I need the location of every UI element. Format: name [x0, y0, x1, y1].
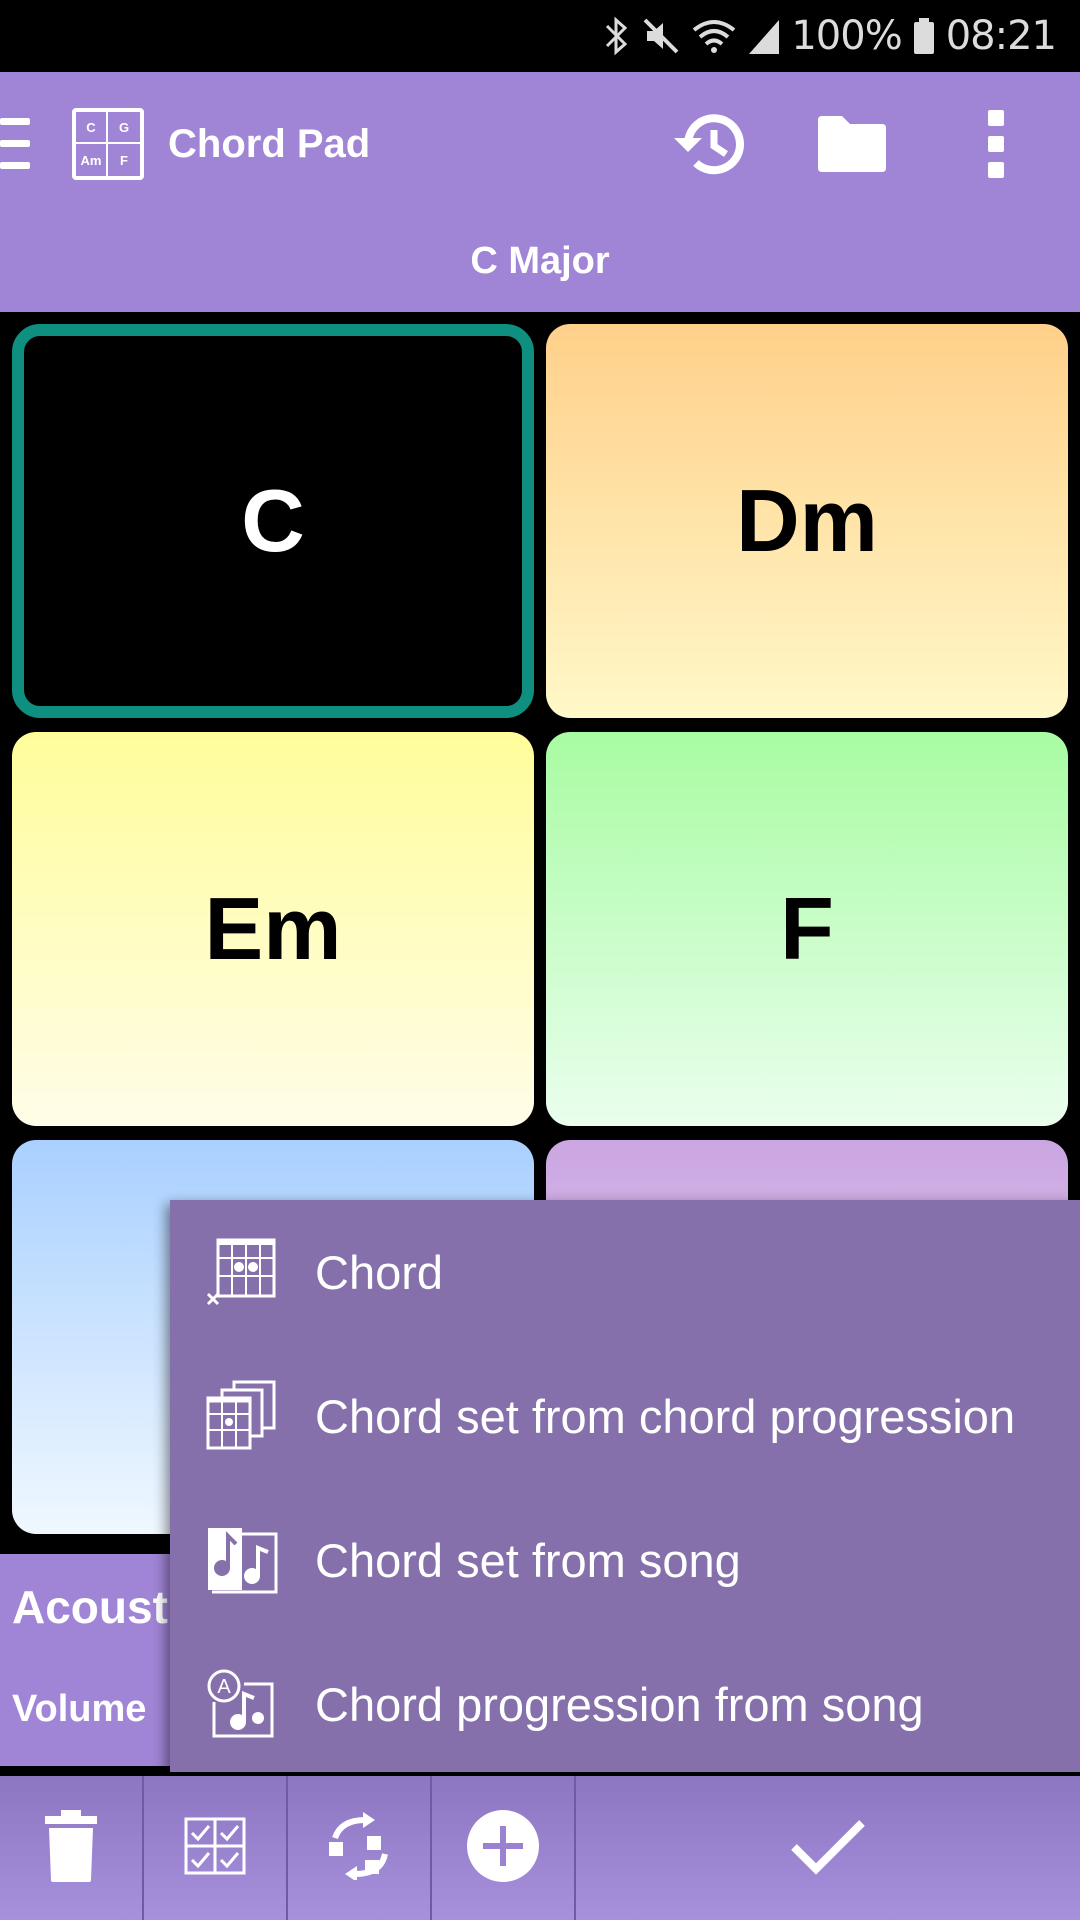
chord-set-icon: [204, 1378, 280, 1454]
signal-icon: [747, 16, 781, 56]
logo-cell: G: [108, 112, 140, 144]
logo-cell: Am: [76, 144, 108, 176]
battery-icon: [912, 16, 936, 56]
delete-button[interactable]: [0, 1776, 144, 1920]
battery-percent: 100%: [791, 13, 902, 59]
svg-text:A: A: [217, 1676, 231, 1698]
menu-item-label: Chord: [315, 1245, 444, 1299]
select-all-button[interactable]: [144, 1776, 288, 1920]
app-bar: C G Am F Chord Pad C Major: [0, 72, 1080, 312]
swap-icon: [325, 1811, 393, 1885]
bluetooth-icon: [603, 16, 631, 56]
menu-item-label: Chord progression from song: [315, 1677, 924, 1731]
app-logo: C G Am F: [72, 108, 144, 180]
confirm-check-icon: [790, 1817, 866, 1880]
logo-cell: C: [76, 112, 108, 144]
menu-item-chord[interactable]: Chord: [170, 1200, 1080, 1344]
menu-item-progression-song[interactable]: A Chord progression from song: [170, 1632, 1080, 1776]
status-bar: 100% 08:21: [0, 0, 1080, 72]
chord-pad-em[interactable]: Em: [12, 732, 534, 1126]
menu-icon[interactable]: [0, 118, 30, 170]
menu-item-label: Chord set from chord progression: [315, 1389, 1016, 1443]
menu-item-label: Chord set from song: [315, 1533, 741, 1587]
song-icon: [204, 1522, 280, 1598]
progression-song-icon: A: [204, 1666, 280, 1742]
history-icon[interactable]: [670, 108, 748, 180]
wifi-icon: [691, 16, 737, 56]
add-popup-menu: Chord Chord set from chord progression C…: [170, 1200, 1080, 1772]
swap-button[interactable]: [288, 1776, 432, 1920]
chord-pad-dm[interactable]: Dm: [546, 324, 1068, 718]
chord-pad-f[interactable]: F: [546, 732, 1068, 1126]
bottom-toolbar: [0, 1776, 1080, 1920]
menu-item-chord-set-song[interactable]: Chord set from song: [170, 1488, 1080, 1632]
more-options-icon[interactable]: [984, 110, 1008, 178]
app-title: Chord Pad: [168, 122, 371, 166]
logo-cell: F: [120, 152, 128, 168]
instrument-name[interactable]: Acousti: [12, 1580, 181, 1634]
add-button[interactable]: [432, 1776, 576, 1920]
select-all-icon: [184, 1817, 246, 1880]
volume-label: Volume: [12, 1688, 147, 1730]
folder-icon[interactable]: [814, 114, 890, 174]
chord-diagram-icon: [204, 1234, 280, 1310]
key-label: C Major: [470, 240, 610, 282]
mute-icon: [641, 16, 681, 56]
trash-icon: [43, 1808, 99, 1889]
menu-item-chord-set-progression[interactable]: Chord set from chord progression: [170, 1344, 1080, 1488]
chord-pad-c[interactable]: C: [12, 324, 534, 718]
clock: 08:21: [945, 13, 1057, 59]
confirm-button[interactable]: [576, 1776, 1080, 1920]
add-icon: [466, 1809, 540, 1888]
